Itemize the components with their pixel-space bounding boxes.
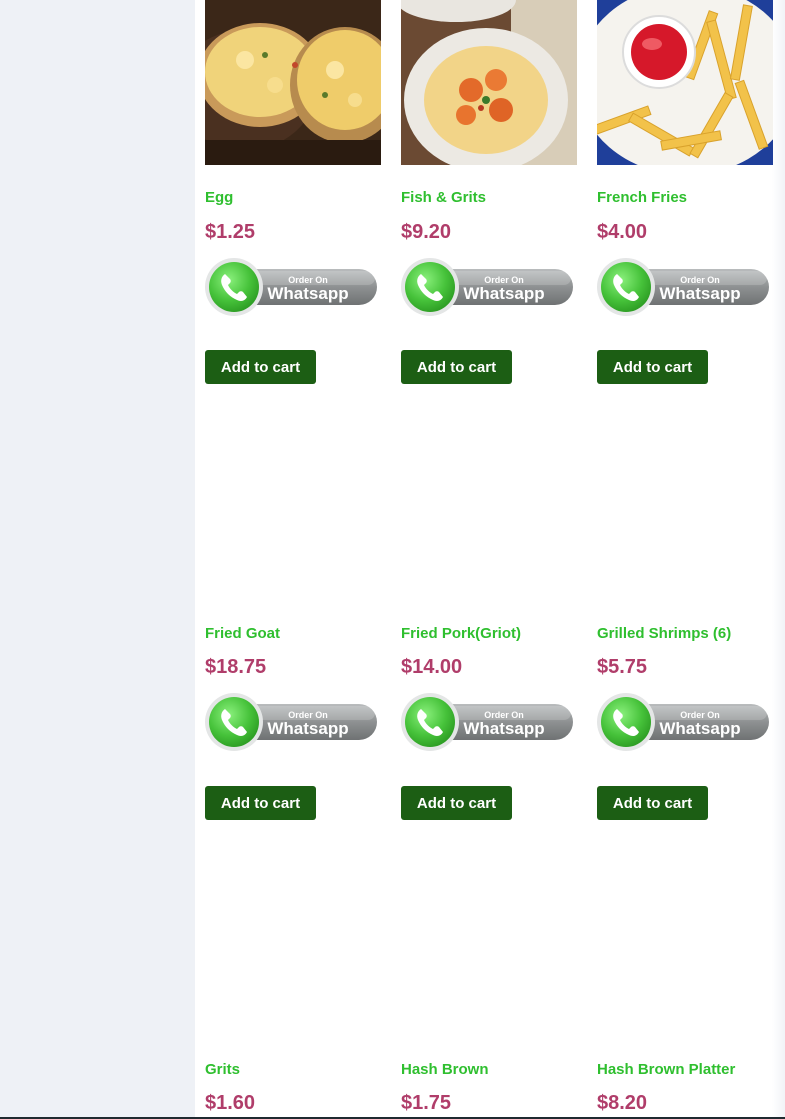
product-image-french-fries[interactable] [597, 0, 773, 165]
product-name[interactable]: Hash Brown Platter [597, 1061, 735, 1078]
order-on-whatsapp-button[interactable]: Order On Whatsapp [401, 258, 575, 318]
add-to-cart-button[interactable]: Add to cart [401, 786, 512, 820]
product-name[interactable]: Fried Goat [205, 625, 280, 642]
product-name[interactable]: Fish & Grits [401, 189, 486, 206]
sidebar-background [0, 0, 195, 1119]
add-to-cart-button[interactable]: Add to cart [597, 350, 708, 384]
order-on-whatsapp-button[interactable]: Order On Whatsapp [597, 258, 771, 318]
product-name[interactable]: Egg [205, 189, 233, 206]
product-price: $4.00 [597, 221, 648, 243]
product-price: $8.20 [597, 1092, 648, 1114]
order-on-whatsapp-button[interactable]: Order On Whatsapp [597, 693, 771, 753]
order-on-whatsapp-button[interactable]: Order On Whatsapp [205, 693, 379, 753]
whatsapp-badge-line2: Whatsapp [463, 284, 544, 303]
product-image-egg[interactable] [205, 0, 381, 165]
add-to-cart-button[interactable]: Add to cart [597, 786, 708, 820]
product-price: $1.25 [205, 221, 256, 243]
product-name[interactable]: Hash Brown [401, 1061, 489, 1078]
product-price: $9.20 [401, 221, 452, 243]
product-price: $1.75 [401, 1092, 452, 1114]
product-image-fish-grits[interactable] [401, 0, 577, 165]
whatsapp-badge-line2: Whatsapp [659, 719, 740, 738]
product-name[interactable]: French Fries [597, 189, 687, 206]
order-on-whatsapp-button[interactable]: Order On Whatsapp [401, 693, 575, 753]
product-name[interactable]: Grilled Shrimps (6) [597, 625, 731, 642]
whatsapp-badge-line2: Whatsapp [267, 719, 348, 738]
product-price: $1.60 [205, 1092, 256, 1114]
add-to-cart-button[interactable]: Add to cart [205, 350, 316, 384]
add-to-cart-button[interactable]: Add to cart [205, 786, 316, 820]
whatsapp-badge-line2: Whatsapp [463, 719, 544, 738]
whatsapp-badge-line2: Whatsapp [659, 284, 740, 303]
product-name[interactable]: Fried Pork(Griot) [401, 625, 521, 642]
product-price: $18.75 [205, 656, 267, 678]
order-on-whatsapp-button[interactable]: Order On Whatsapp [205, 258, 379, 318]
product-price: $14.00 [401, 656, 463, 678]
add-to-cart-button[interactable]: Add to cart [401, 350, 512, 384]
page-edge-shadow [772, 0, 785, 1119]
whatsapp-badge-line2: Whatsapp [267, 284, 348, 303]
product-price: $5.75 [597, 656, 648, 678]
product-name[interactable]: Grits [205, 1061, 240, 1078]
